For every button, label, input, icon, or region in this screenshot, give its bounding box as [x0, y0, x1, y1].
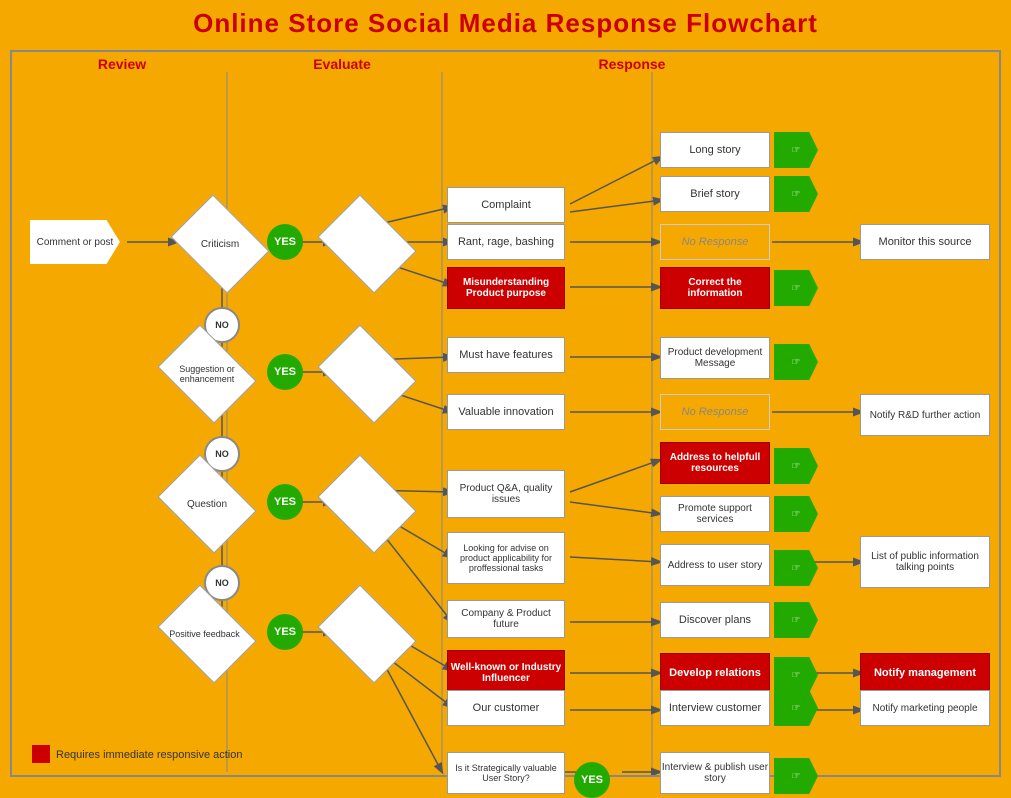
company-product-shape: Company & Product future [447, 600, 565, 638]
cursor-icon7: ☞ [792, 563, 801, 574]
brief-story-shape: Brief story [660, 176, 770, 212]
brief-story-action[interactable]: ☞ [774, 176, 818, 212]
interview-customer-shape: Interview customer [660, 690, 770, 726]
flowchart-area: Review Evaluate Response [10, 50, 1001, 777]
develop-relations-shape: Develop relations [660, 653, 770, 693]
discover-plans-shape: Discover plans [660, 602, 770, 638]
cursor-icon5: ☞ [792, 461, 801, 472]
address-helpful-shape: Address to helpfull resources [660, 442, 770, 484]
col-response: Response [532, 56, 732, 72]
monitor-source-shape: Monitor this source [860, 224, 990, 260]
cursor-icon3: ☞ [792, 283, 801, 294]
looking-advise-shape: Looking for advise on product applicabil… [447, 532, 565, 584]
col-review: Review [42, 56, 202, 72]
cursor-icon1: ☞ [792, 145, 801, 156]
notify-rd-shape: Notify R&D further action [860, 394, 990, 436]
product-qa-shape: Product Q&A, quality issues [447, 470, 565, 518]
suggestion-diamond [158, 325, 257, 424]
no-response2-shape: No Response [660, 394, 770, 430]
legend-text: Requires immediate responsive action [56, 749, 242, 761]
cursor-icon6: ☞ [792, 509, 801, 520]
complaint-shape: Complaint [447, 187, 565, 223]
long-story-shape: Long story [660, 132, 770, 168]
cursor-icon8: ☞ [792, 615, 801, 626]
cursor-icon11: ☞ [792, 771, 801, 782]
main-container: Online Store Social Media Response Flowc… [0, 0, 1011, 787]
rant-shape: Rant, rage, bashing [447, 224, 565, 260]
correct-info-action[interactable]: ☞ [774, 270, 818, 306]
yes1-circle: YES [267, 224, 303, 260]
yes3-circle: YES [267, 484, 303, 520]
strategically-shape: Is it Strategically valuable User Story? [447, 752, 565, 794]
product-dev-action[interactable]: ☞ [774, 344, 818, 380]
address-user-shape: Address to user story [660, 544, 770, 586]
eval-diamond4 [318, 585, 417, 684]
interview-publish-shape: Interview & publish user story [660, 752, 770, 794]
eval-diamond3 [318, 455, 417, 554]
valuable-innovation-shape: Valuable innovation [447, 394, 565, 430]
cursor-icon4: ☞ [792, 357, 801, 368]
address-helpful-action[interactable]: ☞ [774, 448, 818, 484]
product-dev-shape: Product development Message [660, 337, 770, 379]
develop-relations-action[interactable]: ☞ [774, 657, 818, 693]
cursor-icon10: ☞ [792, 703, 801, 714]
positive-feedback-diamond [158, 585, 257, 684]
promote-support-action[interactable]: ☞ [774, 496, 818, 532]
must-have-shape: Must have features [447, 337, 565, 373]
promote-support-shape: Promote support services [660, 496, 770, 532]
our-customer-shape: Our customer [447, 690, 565, 726]
page-title: Online Store Social Media Response Flowc… [0, 0, 1011, 39]
list-public-shape: List of public information talking point… [860, 536, 990, 588]
misunderstanding-shape: Misunderstanding Product purpose [447, 267, 565, 309]
legend-red-box [32, 745, 50, 763]
no-response1-shape: No Response [660, 224, 770, 260]
address-user-action[interactable]: ☞ [774, 550, 818, 586]
discover-plans-action[interactable]: ☞ [774, 602, 818, 638]
yes4-circle: YES [267, 614, 303, 650]
comment-post-shape: Comment or post [30, 220, 120, 264]
eval-diamond2 [318, 325, 417, 424]
eval-diamond1 [318, 195, 417, 294]
notify-marketing-shape: Notify marketing people [860, 690, 990, 726]
interview-customer-action[interactable]: ☞ [774, 690, 818, 726]
criticism-diamond [171, 195, 270, 294]
yes5-circle: YES [574, 762, 610, 798]
yes2-circle: YES [267, 354, 303, 390]
col-evaluate: Evaluate [242, 56, 442, 72]
cursor-icon9: ☞ [792, 670, 801, 681]
question-diamond [158, 455, 257, 554]
long-story-action[interactable]: ☞ [774, 132, 818, 168]
correct-info-shape: Correct the information [660, 267, 770, 309]
cursor-icon2: ☞ [792, 189, 801, 200]
interview-publish-action[interactable]: ☞ [774, 758, 818, 794]
notify-management-shape: Notify management [860, 653, 990, 693]
